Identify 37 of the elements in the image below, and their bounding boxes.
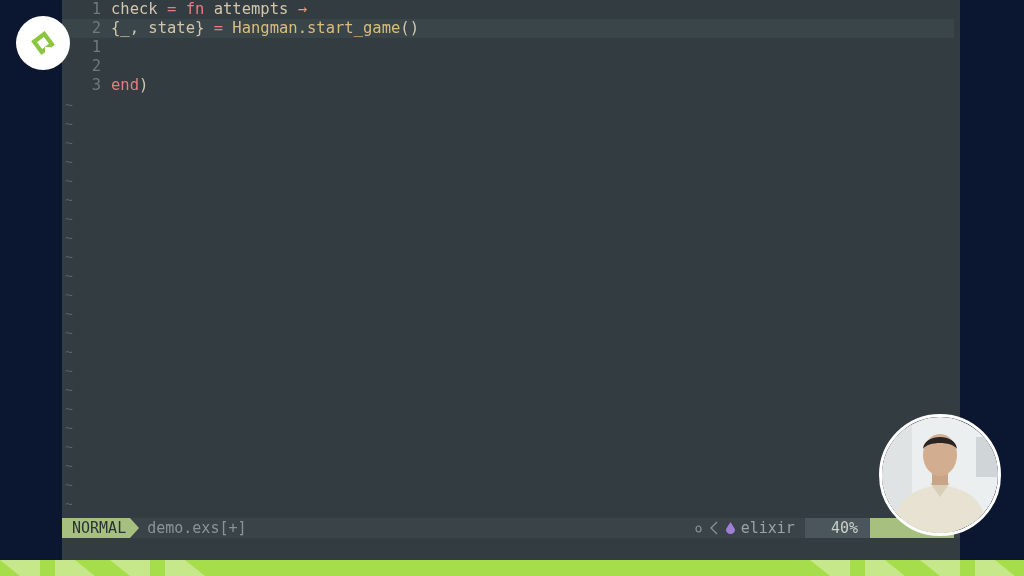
mode-arrow-icon — [130, 518, 140, 538]
encoding-icon — [694, 523, 702, 533]
file-type: elixir — [740, 519, 795, 537]
empty-line-marker: ~ — [64, 172, 73, 190]
drop-icon — [725, 522, 735, 534]
empty-line-marker: ~ — [64, 115, 73, 133]
empty-line-marker: ~ — [64, 476, 73, 494]
empty-line-marker: ~ — [64, 229, 73, 247]
empty-line-marker: ~ — [64, 267, 73, 285]
empty-line-marker: ~ — [64, 438, 73, 456]
empty-line-marker: ~ — [64, 134, 73, 152]
code-line: check = fn attempts → — [111, 0, 307, 19]
empty-line-marker: ~ — [64, 343, 73, 361]
empty-line-marker: ~ — [64, 324, 73, 342]
line-number: 2 — [91, 57, 101, 76]
empty-line-marker: ~ — [64, 96, 73, 114]
line-number: 1 — [91, 0, 101, 19]
empty-line-marker: ~ — [64, 305, 73, 323]
code-line: end) — [111, 76, 149, 95]
empty-line-marker: ~ — [64, 362, 73, 380]
logo-icon — [16, 16, 70, 70]
empty-line-marker: ~ — [64, 419, 73, 437]
line-number: 1 — [91, 38, 101, 57]
empty-line-marker: ~ — [64, 495, 73, 513]
empty-line-marker: ~ — [64, 153, 73, 171]
line-number: 3 — [91, 76, 101, 95]
file-name: demo.exs[+] — [147, 519, 247, 537]
empty-line-marker: ~ — [64, 248, 73, 266]
empty-line-marker: ~ — [64, 457, 73, 475]
progress-percent: 40% — [804, 518, 870, 538]
empty-line-marker: ~ — [64, 210, 73, 228]
empty-line-marker: ~ — [64, 286, 73, 304]
code-line: {_, state} = Hangman.start_game() — [111, 19, 419, 38]
empty-line-marker: ~ — [64, 191, 73, 209]
chevron-icon — [709, 521, 718, 535]
empty-line-marker: ~ — [64, 400, 73, 418]
empty-line-marker: ~ — [64, 381, 73, 399]
